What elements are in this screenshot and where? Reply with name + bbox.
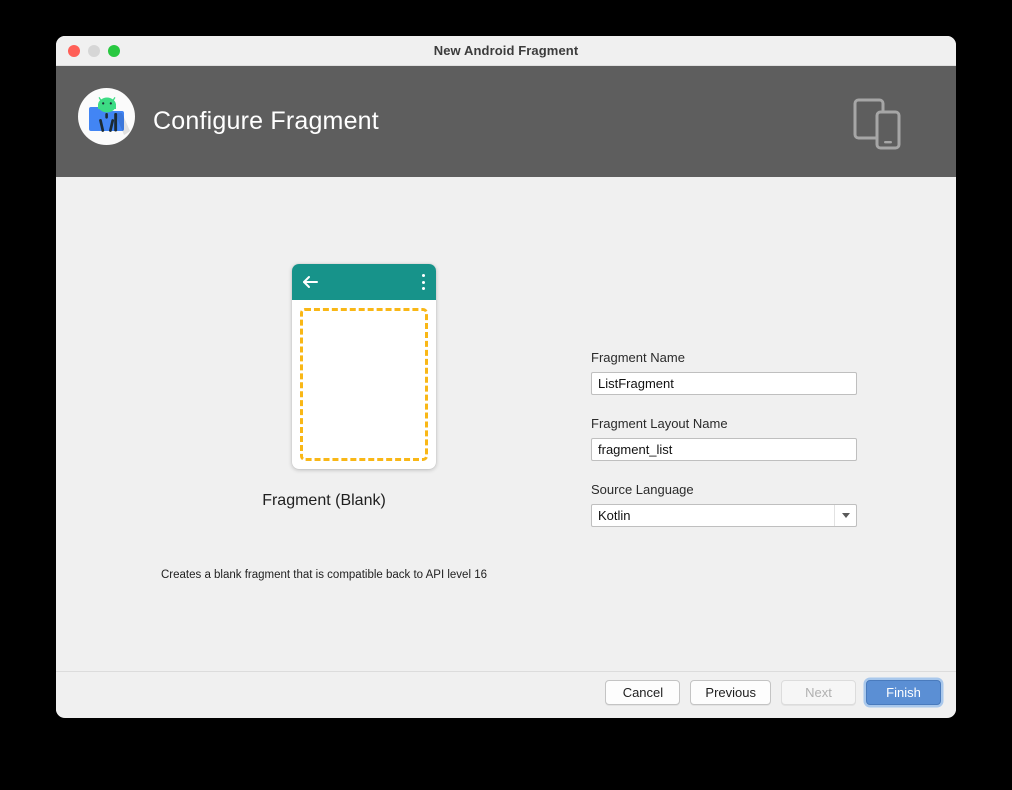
preview-appbar xyxy=(292,264,436,300)
source-language-value: Kotlin xyxy=(598,508,631,523)
back-arrow-icon xyxy=(302,274,319,290)
dialog-header: Configure Fragment xyxy=(56,66,956,177)
previous-button[interactable]: Previous xyxy=(690,680,771,705)
new-android-fragment-dialog: New Android Fragment Configure Fragment … xyxy=(56,36,956,718)
footer-button-row: Cancel Previous Next Finish xyxy=(605,680,941,705)
next-button: Next xyxy=(781,680,856,705)
dialog-body: Fragment (Blank) Creates a blank fragmen… xyxy=(56,177,956,671)
chevron-down-icon[interactable] xyxy=(834,505,856,526)
source-language-select[interactable]: Kotlin xyxy=(591,504,857,527)
overflow-menu-icon xyxy=(421,274,425,290)
tablet-and-phone-icon xyxy=(853,98,908,150)
fragment-preview-card xyxy=(292,264,436,469)
android-studio-icon xyxy=(78,88,135,145)
fragment-placeholder-area xyxy=(300,308,428,461)
fragment-name-input[interactable]: ListFragment xyxy=(591,372,857,395)
fragment-name-label: Fragment Name xyxy=(591,350,685,365)
source-language-label: Source Language xyxy=(591,482,694,497)
page-title: Configure Fragment xyxy=(153,107,379,135)
configuration-form: Fragment Name ListFragment Fragment Layo… xyxy=(591,177,956,671)
finish-button[interactable]: Finish xyxy=(866,680,941,705)
template-caption: Fragment (Blank) xyxy=(262,492,386,509)
screen: New Android Fragment Configure Fragment … xyxy=(0,0,1012,790)
cancel-button[interactable]: Cancel xyxy=(605,680,681,705)
template-description: Creates a blank fragment that is compati… xyxy=(160,569,487,581)
window-titlebar[interactable]: New Android Fragment xyxy=(56,36,956,66)
template-preview: Fragment (Blank) Creates a blank fragmen… xyxy=(56,177,592,671)
dialog-footer: Cancel Previous Next Finish xyxy=(56,671,956,717)
fragment-layout-name-input[interactable]: fragment_list xyxy=(591,438,857,461)
fragment-layout-name-label: Fragment Layout Name xyxy=(591,416,728,431)
window-title: New Android Fragment xyxy=(433,43,579,58)
